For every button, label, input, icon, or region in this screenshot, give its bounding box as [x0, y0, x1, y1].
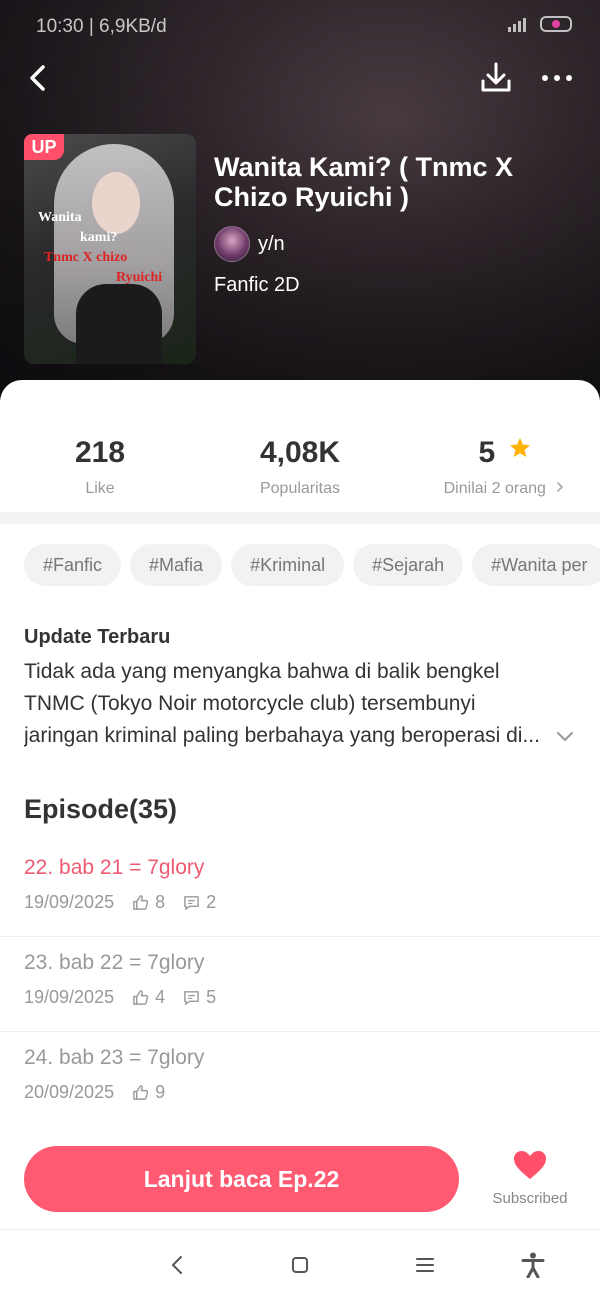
nav-back-icon — [172, 1256, 182, 1274]
episode-likes: 9 — [155, 1082, 166, 1102]
author-link[interactable]: y/n — [214, 226, 285, 262]
status-bar: 10:30 | 6,9KB/d — [0, 0, 600, 54]
episode-likes: 8 — [155, 892, 166, 912]
likes-label: Like — [85, 480, 115, 497]
episode-date: 20/09/2025 — [24, 1082, 115, 1102]
section-divider — [0, 512, 600, 524]
author-avatar — [214, 226, 250, 262]
action-bar: Lanjut baca Ep.22 Subscribed — [0, 1122, 600, 1230]
rating-value: 5 — [478, 436, 496, 469]
synopsis-text: Tidak ada yang menyangka bahwa di balik … — [24, 660, 540, 747]
subscribe-button[interactable]: Subscribed — [482, 1150, 578, 1207]
update-badge: UP — [24, 134, 64, 160]
comment-icon — [184, 991, 199, 1005]
episode-title: 22. bab 21 = 7glory — [24, 856, 205, 879]
tag-chip[interactable]: #Mafia — [130, 544, 223, 586]
episode-title: 23. bab 22 = 7glory — [24, 951, 205, 974]
continue-reading-button[interactable]: Lanjut baca Ep.22 — [24, 1146, 459, 1212]
download-icon — [481, 62, 511, 92]
episode-row[interactable]: 23. bab 22 = 7glory 19/09/2025 4 5 — [0, 937, 600, 1032]
tag-chip[interactable]: #Wanita per — [472, 544, 600, 586]
download-button[interactable] — [476, 58, 516, 98]
tag-list: #Fanfic #Mafia #Kriminal #Sejarah #Wanita pe… — [24, 544, 600, 586]
popularity-value: 4,08K — [259, 436, 341, 469]
episode-title: 24. bab 23 = 7glory — [24, 1046, 205, 1069]
update-title: Update Terbaru — [24, 626, 171, 648]
accessibility-button[interactable] — [516, 1248, 550, 1282]
nav-back-button[interactable] — [160, 1248, 194, 1282]
tag-chip[interactable]: #Fanfic — [24, 544, 122, 586]
cover-text: Tnmc X chizo — [44, 250, 128, 265]
episodes-header: Episode(35) — [24, 794, 178, 824]
episode-date: 19/09/2025 — [24, 987, 115, 1007]
heart-icon — [514, 1151, 546, 1179]
nav-menu-button[interactable] — [408, 1248, 442, 1282]
accessibility-icon — [521, 1252, 545, 1278]
nav-home-button[interactable] — [283, 1248, 317, 1282]
chevron-down-icon[interactable] — [554, 725, 576, 747]
cover-text: kami? — [80, 230, 118, 245]
thumb-up-icon — [133, 1085, 149, 1100]
episode-date: 19/09/2025 — [24, 892, 115, 912]
episode-row[interactable]: 24. bab 23 = 7glory 20/09/2025 9 — [0, 1032, 600, 1127]
genre-label: Fanfic 2D — [214, 274, 300, 296]
thumb-up-icon — [133, 990, 149, 1005]
back-icon — [30, 65, 45, 91]
thumb-up-icon — [133, 895, 149, 910]
subscribed-label: Subscribed — [492, 1190, 568, 1207]
system-nav-bar — [0, 1230, 600, 1300]
nav-menu-icon — [416, 1258, 434, 1272]
signal-icon — [508, 16, 530, 32]
likes-stat: 218 Like — [50, 436, 150, 498]
author-name: y/n — [258, 232, 285, 255]
episode-row[interactable]: 22. bab 21 = 7glory 19/09/2025 8 2 — [0, 842, 600, 937]
book-cover: Wanita kami? Tnmc X chizo Ryuichi — [24, 134, 196, 364]
episode-likes: 4 — [155, 987, 166, 1007]
tag-chip[interactable]: #Kriminal — [231, 544, 345, 586]
more-options-button[interactable] — [534, 58, 580, 98]
battery-icon — [540, 16, 572, 32]
chevron-right-icon — [557, 482, 564, 492]
likes-value: 218 — [74, 436, 126, 469]
star-icon — [509, 438, 530, 457]
more-icon — [542, 75, 548, 81]
back-button[interactable] — [20, 60, 56, 96]
episode-comments: 5 — [206, 987, 217, 1007]
popularity-label: Popularitas — [259, 480, 341, 497]
cover-text: Wanita — [38, 210, 82, 225]
book-title: Wanita Kami? ( Tnmc X Chizo Ryuichi ) — [214, 152, 514, 212]
cover-text: Ryuichi — [116, 270, 163, 285]
episode-comments: 2 — [206, 892, 217, 912]
comment-icon — [184, 896, 199, 910]
episode-list: 22. bab 21 = 7glory 19/09/2025 8 2 23. b… — [0, 842, 600, 1127]
rating-label: Dinilai 2 orang — [443, 480, 546, 497]
tag-chip[interactable]: #Sejarah — [353, 544, 464, 586]
status-time: 10:30 | 6,9KB/d — [36, 16, 167, 37]
stats-row: 218 Like 4,08K Popularitas 5 Dinilai 2 o… — [0, 436, 600, 506]
popularity-stat: 4,08K Popularitas — [240, 436, 360, 498]
rating-stat[interactable]: 5 Dinilai 2 orang — [430, 436, 580, 498]
nav-home-icon — [292, 1257, 308, 1273]
